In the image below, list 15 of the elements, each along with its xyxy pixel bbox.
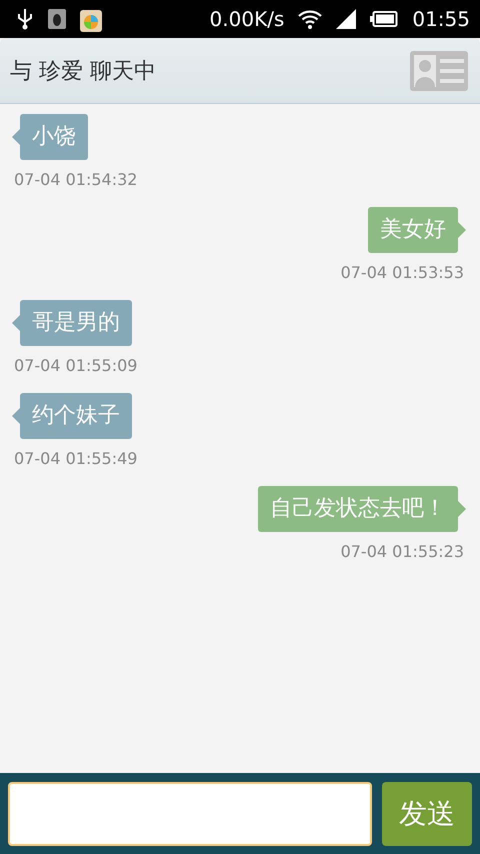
battery-icon — [370, 11, 398, 27]
chat-title: 与 珍爱 聊天中 — [10, 58, 156, 86]
signal-icon — [336, 9, 356, 29]
send-button[interactable]: 发送 — [382, 782, 472, 846]
usb-icon — [16, 8, 34, 30]
message-time: 07-04 01:53:53 — [340, 263, 465, 282]
contact-card-icon[interactable] — [410, 50, 468, 90]
message-input[interactable] — [8, 782, 372, 846]
wifi-icon — [298, 9, 322, 29]
network-speed: 0.00K/s — [210, 7, 284, 31]
message-time: 07-04 01:55:49 — [13, 449, 138, 468]
message-time: 07-04 01:55:23 — [340, 542, 465, 561]
clock: 01:55 — [412, 7, 470, 31]
message-time: 07-04 01:55:09 — [13, 356, 138, 375]
message-time: 07-04 01:54:32 — [13, 170, 138, 189]
